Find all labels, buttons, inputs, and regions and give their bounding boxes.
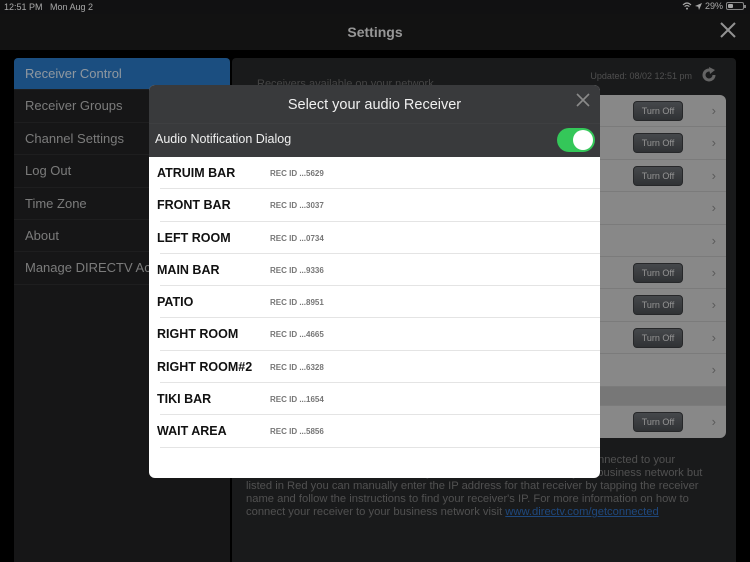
toggle-knob	[573, 130, 593, 150]
audio-receiver-name: WAIT AREA	[157, 424, 227, 439]
audio-receiver-id: REC ID ...5856	[270, 427, 324, 437]
audio-receiver-name: RIGHT ROOM#2	[157, 359, 253, 374]
audio-receiver-list: ATRUIM BAR REC ID ...5629 FRONT BAR REC ID …	[149, 157, 600, 448]
audio-receiver-id: REC ID ...0734	[270, 233, 324, 243]
audio-receiver-name: TIKI BAR	[157, 392, 212, 407]
select-audio-receiver-dialog: Select your audio Receiver Audio Notific…	[149, 85, 600, 478]
audio-receiver-name: LEFT ROOM	[157, 230, 231, 245]
audio-receiver-item[interactable]: FRONT BAR REC ID ...3037	[149, 189, 600, 222]
audio-receiver-item[interactable]: PATIO REC ID ...8951	[149, 286, 600, 319]
audio-receiver-id: REC ID ...9336	[270, 265, 324, 275]
audio-receiver-item[interactable]: WAIT AREA REC ID ...5856	[149, 415, 600, 448]
audio-receiver-item[interactable]: RIGHT ROOM REC ID ...4665	[149, 318, 600, 352]
audio-receiver-name: PATIO	[157, 295, 194, 310]
dialog-divider	[149, 123, 600, 124]
dialog-close-icon[interactable]	[576, 93, 590, 107]
audio-receiver-name: ATRUIM BAR	[157, 166, 236, 180]
audio-receiver-name: MAIN BAR	[157, 262, 220, 277]
audio-receiver-item[interactable]: TIKI BAR REC ID ...1654	[149, 383, 600, 416]
audio-receiver-name: FRONT BAR	[157, 198, 231, 213]
dialog-title: Select your audio Receiver	[287, 97, 462, 113]
audio-receiver-id: REC ID ...3037	[270, 201, 324, 211]
audio-receiver-item[interactable]: ATRUIM BAR REC ID ...5629	[149, 157, 600, 190]
dialog-header: Select your audio Receiver Audio Notific…	[149, 85, 600, 157]
audio-notification-label: Audio Notification Dialog	[155, 132, 292, 146]
audio-receiver-item[interactable]: LEFT ROOM REC ID ...0734	[149, 222, 600, 255]
audio-receiver-item[interactable]: RIGHT ROOM#2 REC ID ...6328	[149, 351, 600, 384]
audio-notification-toggle[interactable]	[557, 128, 595, 152]
audio-receiver-id: REC ID ...1654	[270, 395, 324, 405]
audio-receiver-id: REC ID ...6328	[270, 362, 324, 372]
audio-receiver-id: REC ID ...8951	[270, 298, 324, 308]
audio-receiver-item[interactable]: MAIN BAR REC ID ...9336	[149, 254, 600, 287]
audio-receiver-name: RIGHT ROOM	[157, 327, 239, 342]
audio-receiver-id: REC ID ...5629	[270, 169, 324, 178]
audio-receiver-id: REC ID ...4665	[270, 330, 324, 340]
